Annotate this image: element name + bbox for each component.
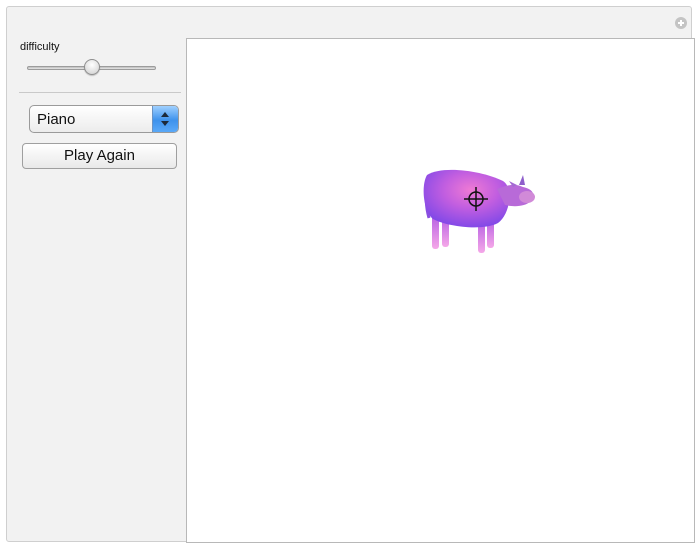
manipulate-panel: difficulty Piano Play Again xyxy=(6,6,695,543)
instrument-select[interactable]: Piano xyxy=(29,105,179,133)
cow-model[interactable] xyxy=(423,163,543,258)
plus-icon[interactable] xyxy=(675,17,687,29)
3d-viewport[interactable] xyxy=(186,38,695,543)
instrument-select-value: Piano xyxy=(37,111,76,128)
up-down-arrows-icon[interactable] xyxy=(152,106,178,132)
play-again-button[interactable]: Play Again xyxy=(22,143,177,169)
divider xyxy=(19,92,181,93)
difficulty-slider-thumb[interactable] xyxy=(83,59,100,75)
difficulty-label: difficulty xyxy=(20,41,60,53)
